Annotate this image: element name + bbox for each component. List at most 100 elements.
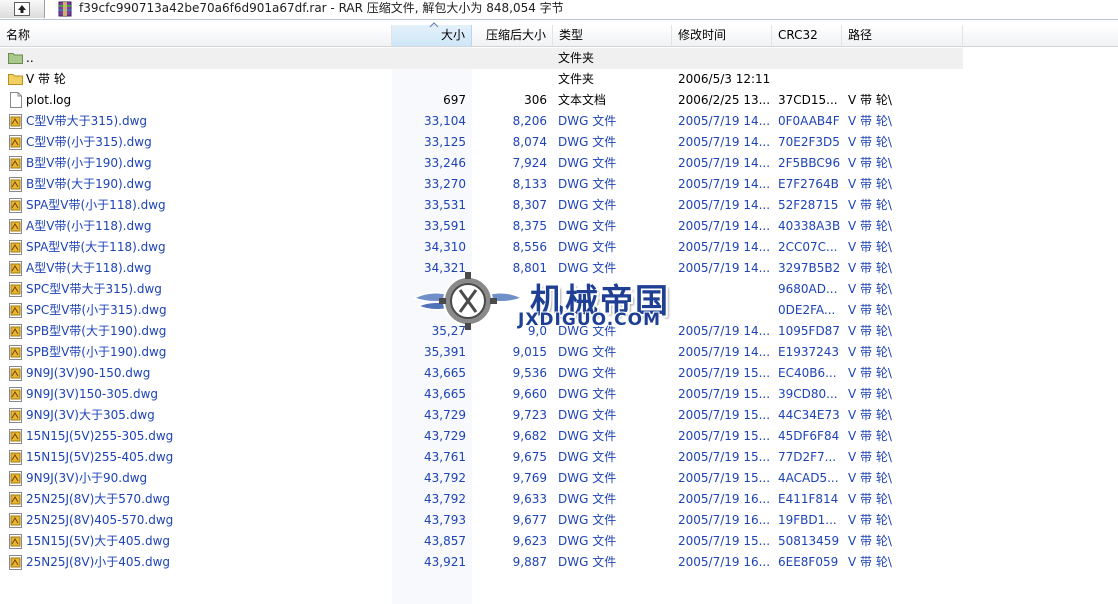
dwg-file-icon — [9, 345, 22, 360]
file-name: V 带 轮 — [26, 72, 66, 86]
file-path: V 带 轮\ — [848, 450, 892, 464]
list-item-file[interactable]: 15N15J(5V)大于405.dwg 43,857 9,623 DWG 文件 2005… — [0, 531, 1118, 552]
list-item-file[interactable]: 15N15J(5V)255-405.dwg 43,761 9,675 DWG 文件 20… — [0, 447, 1118, 468]
file-name: B型V带(大于190).dwg — [26, 177, 152, 191]
file-type: 文件夹 — [558, 51, 595, 65]
list-item-file[interactable]: 25N25J(8V)小于405.dwg 43,921 9,887 DWG 文件 2005… — [0, 552, 1118, 573]
file-modified: 2005/7/19 16... — [678, 555, 771, 569]
file-type: DWG 文件 — [558, 261, 617, 275]
file-path: V 带 轮\ — [848, 471, 892, 485]
file-type: DWG 文件 — [558, 513, 617, 527]
file-modified: 2005/7/19 15... — [678, 408, 771, 422]
list-item-file[interactable]: C型V带(小于315).dwg 33,125 8,074 DWG 文件 2005/7/1… — [0, 132, 1118, 153]
list-item-file[interactable]: C型V带大于315).dwg 33,104 8,206 DWG 文件 2005/7/19… — [0, 111, 1118, 132]
file-crc: 4ACAD5... — [778, 471, 839, 485]
list-item-file[interactable]: SPB型V带(小于190).dwg 35,391 9,015 DWG 文件 2005/7… — [0, 342, 1118, 363]
dwg-file-icon — [9, 534, 22, 549]
file-path: V 带 轮\ — [848, 240, 892, 254]
file-type: 文本文档 — [558, 93, 607, 107]
up-one-level-button[interactable] — [0, 0, 45, 18]
file-crc: 45DF6F84 — [778, 429, 840, 443]
file-packed-size: 9,660 — [512, 387, 547, 401]
dwg-file-icon — [9, 408, 22, 423]
column-header-type[interactable]: 类型 — [553, 25, 672, 46]
list-item-file[interactable]: SPA型V带(大于118).dwg 34,310 8,556 DWG 文件 2005/7… — [0, 237, 1118, 258]
file-path: V 带 轮\ — [848, 366, 892, 380]
file-name: SPB型V带(小于190).dwg — [26, 345, 167, 359]
file-crc: 19FBD1... — [778, 513, 837, 527]
file-path: V 带 轮\ — [848, 492, 892, 506]
file-crc: 1095FD87 — [778, 324, 840, 338]
up-arrow-icon — [14, 2, 30, 16]
column-header-modified[interactable]: 修改时间 — [672, 25, 772, 46]
file-crc: 50813459 — [778, 534, 840, 548]
file-modified: 2005/7/19 16... — [678, 492, 771, 506]
list-item-file[interactable]: 25N25J(8V)大于570.dwg 43,792 9,633 DWG 文件 2005… — [0, 489, 1118, 510]
list-item-file[interactable]: 9N9J(3V)150-305.dwg 43,665 9,660 DWG 文件 2005… — [0, 384, 1118, 405]
file-crc: E7F2764B — [778, 177, 839, 191]
file-type: DWG 文件 — [558, 219, 617, 233]
file-modified: 2005/7/19 14... — [678, 324, 771, 338]
file-packed-size: 9,682 — [512, 429, 547, 443]
dwg-file-icon — [9, 450, 22, 465]
file-path: V 带 轮\ — [848, 303, 892, 317]
list-item-parent[interactable]: .. 文件夹 — [0, 48, 963, 69]
file-name: SPC型V带大于315).dwg — [26, 282, 162, 296]
list-item-file[interactable]: B型V带(小于190).dwg 33,246 7,924 DWG 文件 2005/7/1… — [0, 153, 1118, 174]
list-item-file[interactable]: 9N9J(3V)小于90.dwg 43,792 9,769 DWG 文件 2005/7/… — [0, 468, 1118, 489]
list-item-folder[interactable]: V 带 轮 文件夹 2006/5/3 12:11 — [0, 69, 1118, 90]
file-crc: 52F28715 — [778, 198, 839, 212]
file-packed-size: 9,536 — [512, 366, 547, 380]
file-type: DWG 文件 — [558, 471, 617, 485]
list-item-file[interactable]: 9N9J(3V)90-150.dwg 43,665 9,536 DWG 文件 2005/… — [0, 363, 1118, 384]
file-size: 43,665 — [424, 387, 466, 401]
list-item-file[interactable]: 25N25J(8V)405-570.dwg 43,793 9,677 DWG 文件 20… — [0, 510, 1118, 531]
file-type: 文件夹 — [558, 72, 595, 86]
file-modified: 2005/7/19 14... — [678, 261, 771, 275]
file-modified: 2006/2/25 13... — [678, 93, 771, 107]
list-item-file[interactable]: plot.log 697 306 文本文档 2006/2/25 13... 37… — [0, 90, 1118, 111]
list-item-file[interactable]: A型V带(小于118).dwg 33,591 8,375 DWG 文件 2005/7/1… — [0, 216, 1118, 237]
file-name: 15N15J(5V)大于405.dwg — [26, 534, 171, 548]
file-modified: 2005/7/19 14... — [678, 156, 771, 170]
file-crc: 6EE8F059 — [778, 555, 839, 569]
file-type: DWG 文件 — [558, 114, 617, 128]
list-item-file[interactable]: SPA型V带(小于118).dwg 33,531 8,307 DWG 文件 2005/7… — [0, 195, 1118, 216]
list-item-file[interactable]: SPB型V带(大于190).dwg 35,27 9,0 DWG 文件 2005/7/19… — [0, 321, 1118, 342]
file-type: DWG 文件 — [558, 492, 617, 506]
dwg-file-icon — [9, 387, 22, 402]
file-size: 35,27 — [431, 324, 466, 338]
file-type: DWG 文件 — [558, 534, 617, 548]
file-path: V 带 轮\ — [848, 198, 892, 212]
dwg-file-icon — [9, 177, 22, 192]
dwg-file-icon — [9, 240, 22, 255]
column-header-name[interactable]: 名称 — [0, 25, 392, 46]
file-name: SPB型V带(大于190).dwg — [26, 324, 167, 338]
list-item-file[interactable]: 9N9J(3V)大于305.dwg 43,729 9,723 DWG 文件 2005/7… — [0, 405, 1118, 426]
list-item-file[interactable]: B型V带(大于190).dwg 33,270 8,133 DWG 文件 2005/7/1… — [0, 174, 1118, 195]
list-item-file[interactable]: SPC型V带(小于315).dwg 0DE2FA... V 带 轮\ — [0, 300, 1118, 321]
dwg-file-icon — [9, 513, 22, 528]
column-header-size[interactable]: 大小 — [392, 25, 472, 46]
list-item-file[interactable]: SPC型V带大于315).dwg 9680AD... V 带 轮\ — [0, 279, 1118, 300]
file-packed-size: 9,769 — [512, 471, 547, 485]
column-header-packed[interactable]: 压缩后大小 — [472, 25, 553, 46]
file-name: 25N25J(8V)405-570.dwg — [26, 513, 174, 527]
file-path: V 带 轮\ — [848, 177, 892, 191]
list-item-file[interactable]: 15N15J(5V)255-305.dwg 43,729 9,682 DWG 文件 20… — [0, 426, 1118, 447]
dwg-file-icon — [9, 492, 22, 507]
column-header-path[interactable]: 路径 — [842, 25, 963, 46]
file-name: 9N9J(3V)大于305.dwg — [26, 408, 155, 422]
column-header-crc[interactable]: CRC32 — [772, 25, 842, 46]
file-modified: 2005/7/19 14... — [678, 219, 771, 233]
list-item-file[interactable]: A型V带(大于118).dwg 34,321 8,801 DWG 文件 2005/7/1… — [0, 258, 1118, 279]
file-size: 43,761 — [424, 450, 466, 464]
dwg-file-icon — [9, 324, 22, 339]
file-modified: 2005/7/19 15... — [678, 450, 771, 464]
file-size: 33,270 — [424, 177, 466, 191]
file-packed-size: 9,0 — [527, 324, 547, 338]
file-type: DWG 文件 — [558, 198, 617, 212]
file-size: 43,792 — [424, 471, 466, 485]
file-packed-size: 8,074 — [512, 135, 547, 149]
file-name: 9N9J(3V)小于90.dwg — [26, 471, 148, 485]
